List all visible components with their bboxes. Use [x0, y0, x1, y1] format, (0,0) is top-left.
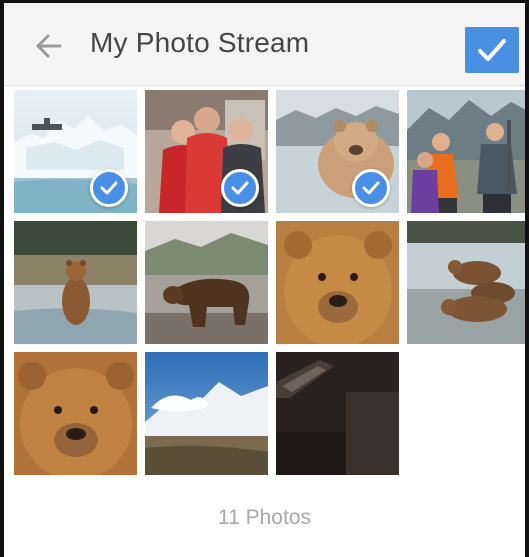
photo-bear-walking — [145, 221, 268, 344]
photo-tile[interactable] — [145, 90, 268, 213]
selected-check-badge — [90, 169, 128, 207]
checkmark-icon — [478, 39, 506, 61]
done-button[interactable] — [465, 27, 519, 73]
photo-count-label: 11 Photos — [217, 506, 311, 529]
photo-tile[interactable] — [276, 90, 399, 213]
selected-check-badge — [221, 169, 259, 207]
checkmark-icon — [362, 181, 380, 195]
arrow-left-icon — [36, 34, 62, 58]
checkmark-icon — [231, 181, 249, 195]
photo-bear-face — [276, 221, 399, 344]
photo-stream-screen: My Photo Stream 11 Photos — [0, 0, 529, 557]
photo-tile[interactable] — [14, 221, 137, 344]
photo-bear-standing — [14, 221, 137, 344]
photo-tile[interactable] — [145, 221, 268, 344]
photo-dark-object — [276, 352, 399, 475]
photo-tile[interactable] — [407, 90, 525, 213]
photo-tile[interactable] — [407, 221, 525, 344]
selected-check-badge — [352, 169, 390, 207]
back-button[interactable] — [32, 29, 66, 63]
photo-grid — [14, 90, 525, 477]
top-bar: My Photo Stream — [4, 3, 525, 86]
photo-bears-resting — [407, 221, 525, 344]
photo-tile[interactable] — [145, 352, 268, 475]
photo-hikers — [407, 90, 525, 213]
photo-tile[interactable] — [276, 221, 399, 344]
photo-tile[interactable] — [276, 352, 399, 475]
footer: 11 Photos — [4, 479, 525, 557]
page-title: My Photo Stream — [90, 27, 310, 58]
photo-bear-face — [14, 352, 137, 475]
photo-tile[interactable] — [14, 352, 137, 475]
photo-tile[interactable] — [14, 90, 137, 213]
checkmark-icon — [100, 181, 118, 195]
photo-mountain — [145, 352, 268, 475]
